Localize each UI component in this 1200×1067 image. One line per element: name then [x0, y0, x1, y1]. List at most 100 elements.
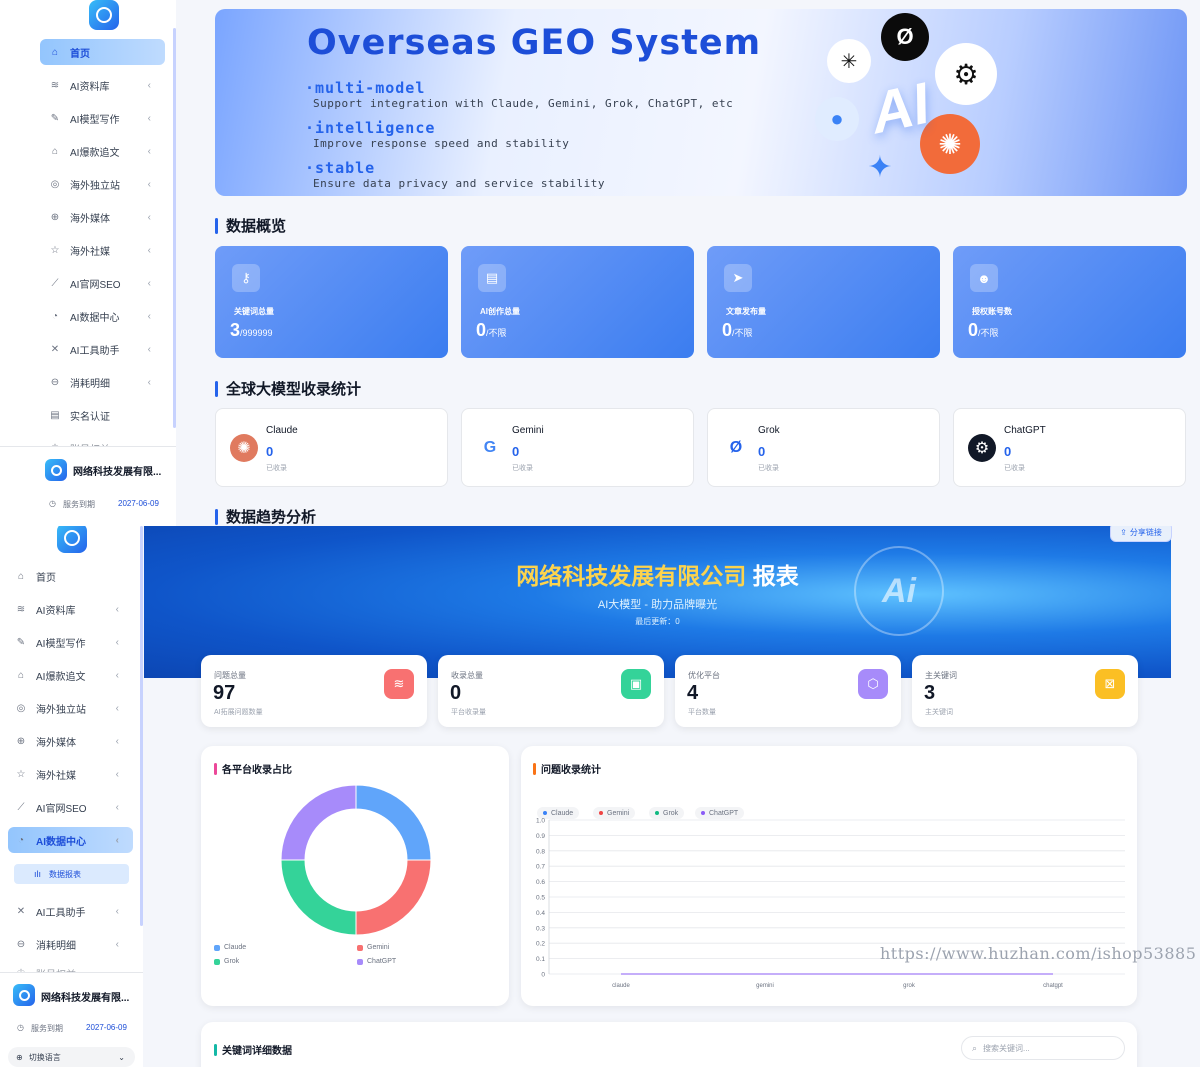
sidebar-item-label: AI数据中心 [36, 836, 86, 848]
lock-icon: ⌂ [17, 669, 25, 681]
legend-grok[interactable]: Grok [214, 958, 239, 965]
search-placeholder: 搜索关键词... [983, 1043, 1030, 1053]
legend-chatgpt[interactable]: ChatGPT [357, 958, 396, 965]
sidebar-item-4[interactable]: ◎ 海外独立站 ‹ [8, 695, 133, 721]
sidebar-item-5[interactable]: ⊕ 海外媒体 ‹ [40, 204, 165, 230]
legend-gemini[interactable]: Gemini [357, 944, 389, 951]
sidebar-item-7[interactable]: ⟋ AI官网SEO ‹ [8, 794, 133, 820]
sidebar-item-3[interactable]: ⌂ AI爆款追文 ‹ [8, 662, 133, 688]
chevron-left-icon: ‹ [147, 310, 151, 322]
sidebar-item-8[interactable]: ◔ AI数据中心 ‹ [8, 827, 133, 853]
sidebar-item-label: 首页 [70, 48, 90, 60]
sidebar-scrollbar[interactable] [173, 28, 176, 428]
y-tick-label: 0.6 [536, 879, 545, 886]
x-tick-label: chatgpt [1043, 983, 1063, 989]
sidebar-item-10[interactable]: ⊖ 消耗明细 ‹ [40, 369, 165, 395]
stat-value: 3/999999 [230, 320, 273, 341]
models-title: 全球大模型收录统计 [215, 378, 361, 399]
pen-icon: ✎ [16, 636, 26, 648]
kpi-card: 收录总量 0 平台收录量 ▣ [438, 655, 664, 727]
sidebar-item-9[interactable]: ✕ AI工具助手 ‹ [40, 336, 165, 362]
sidebar-item-5[interactable]: ⊕ 海外媒体 ‹ [8, 728, 133, 754]
chevron-left-icon: ‹ [115, 702, 119, 714]
donut-slice-gemini[interactable] [355, 859, 432, 936]
pie-icon: ◔ [51, 310, 59, 322]
sidebar-item-label: AI工具助手 [70, 345, 120, 357]
chevron-left-icon: ‹ [147, 79, 151, 91]
keyword-search-input[interactable]: ⌕ 搜索关键词... [961, 1036, 1125, 1060]
model-count: 0 [758, 444, 766, 459]
app-logo [57, 526, 87, 553]
sidebar-item-8[interactable]: ◔ AI数据中心 ‹ [40, 303, 165, 329]
kpi-label: 问题总量 [214, 671, 246, 680]
chevron-left-icon: ‹ [115, 938, 119, 950]
sidebar-item-3[interactable]: ⌂ AI爆款追文 ‹ [40, 138, 165, 164]
keyword-title: 关键词详细数据 [214, 1042, 292, 1057]
report-company-name: 网络科技发展有限公司 [516, 563, 747, 589]
sidebar-item-0[interactable]: ⌂ 首页 [40, 39, 165, 65]
gemini-logo-icon: ✦ [867, 150, 893, 184]
language-switch[interactable]: ⊕ 切换语言 ⌄ [8, 1047, 135, 1067]
sidebar-item-label: 海外独立站 [70, 180, 120, 192]
chevron-left-icon: ‹ [147, 244, 151, 256]
sidebar-item-2[interactable]: ✎ AI模型写作 ‹ [8, 629, 133, 655]
donut-slice-grok[interactable] [280, 859, 357, 936]
sidebar-item-7[interactable]: ⟋ AI官网SEO ‹ [40, 270, 165, 296]
report-title: 网络科技发展有限公司 报表 [144, 557, 1171, 591]
home-icon: ⌂ [17, 570, 25, 582]
report-updated: 最后更新：0 [635, 617, 680, 626]
sidebar-item-9[interactable]: ✕ AI工具助手 ‹ [8, 898, 133, 924]
legend-swatch [357, 958, 363, 965]
model-name: Claude [266, 425, 298, 436]
stat-limit: /不限 [732, 328, 753, 338]
chevron-left-icon: ‹ [147, 277, 151, 289]
chevron-left-icon: ‹ [115, 905, 119, 917]
sidebar-item-1[interactable]: ≋ AI资料库 ‹ [40, 72, 165, 98]
legend-label: Grok [224, 958, 240, 965]
legend-label: Claude [224, 944, 247, 951]
report-subtitle: AI大模型 - 助力品牌曝光 [597, 599, 718, 611]
y-tick-label: 0.3 [536, 925, 545, 932]
sidebar-item-label: AI数据中心 [70, 312, 120, 324]
model-status: 已收录 [758, 465, 779, 472]
model-card-grok: Ø Grok 0 已收录 [707, 408, 940, 487]
sidebar-item-2[interactable]: ✎ AI模型写作 ‹ [40, 105, 165, 131]
sidebar-item-6[interactable]: ☆ 海外社媒 ‹ [8, 761, 133, 787]
layers-icon: ≋ [16, 603, 26, 615]
sidebar-item-label: 海外独立站 [36, 704, 86, 716]
legend-claude[interactable]: Claude [214, 944, 246, 951]
share-link-button[interactable]: ⇪ 分享链接 [1110, 526, 1172, 542]
tag-icon: ⊠ [1095, 669, 1125, 699]
sidebar-item-11[interactable]: ▤ 实名认证 [40, 402, 165, 428]
service-label: 服务到期 [31, 1024, 63, 1033]
grok-logo-icon: Ø [729, 439, 743, 456]
company-logo-icon [13, 984, 35, 1006]
y-tick-label: 0.4 [536, 910, 545, 917]
feature-multi-model: ·multi-model Support integration with Cl… [305, 79, 733, 110]
stat-label: 授权账号数 [972, 307, 1012, 316]
sidebar-item-0[interactable]: ⌂ 首页 [8, 563, 133, 589]
report-screenshot: ⌂ 首页 ≋ AI资料库 ‹ ✎ AI模型写作 ‹ ⌂ AI爆款追文 ‹ ◎ 海外独立站 ‹ ⊕ 海外媒体 ‹ ☆… [0, 526, 1200, 1067]
sidebar-item-label: 海外社媒 [36, 770, 76, 782]
sidebar-sub-item-data-report[interactable]: ılı 数据报表 [14, 864, 129, 884]
sidebar-item-1[interactable]: ≋ AI资料库 ‹ [8, 596, 133, 622]
sidebar-item-4[interactable]: ◎ 海外独立站 ‹ [40, 171, 165, 197]
kpi-label: 收录总量 [451, 671, 483, 680]
dashboard-screenshot: ⌂ 首页 ≋ AI资料库 ‹ ✎ AI模型写作 ‹ ⌂ AI爆款追文 ‹ ◎ 海外独立站 ‹ ⊕ 海外媒体 ‹ ☆… [0, 0, 1200, 526]
sidebar-item-10[interactable]: ⊖ 消耗明细 ‹ [8, 931, 133, 957]
sidebar-scrollbar[interactable] [140, 526, 143, 926]
kpi-note: 平台收录量 [451, 709, 486, 716]
key-icon: ⚷ [232, 264, 260, 292]
clock-icon: ◷ [49, 499, 56, 508]
language-label: 切换语言 [28, 1052, 61, 1062]
sidebar-item-6[interactable]: ☆ 海外社媒 ‹ [40, 237, 165, 263]
company-name: 网络科技发展有限... [41, 993, 130, 1004]
sidebar-item-label: 海外媒体 [70, 213, 110, 225]
overview-card: ➤ 文章发布量 0/不限 [707, 246, 940, 358]
donut-slice-chatgpt[interactable] [280, 784, 357, 861]
donut-slice-claude[interactable] [355, 784, 432, 861]
share-label: 分享链接 [1129, 527, 1162, 537]
sidebar: ⌂ 首页 ≋ AI资料库 ‹ ✎ AI模型写作 ‹ ⌂ AI爆款追文 ‹ ◎ 海外独立站 ‹ ⊕ 海外媒体 ‹ ☆… [0, 526, 143, 1067]
watermark: https://www.huzhan.com/ishop53885 [880, 944, 1197, 963]
hero-banner: Overseas GEO System ·multi-model Support… [215, 9, 1187, 196]
